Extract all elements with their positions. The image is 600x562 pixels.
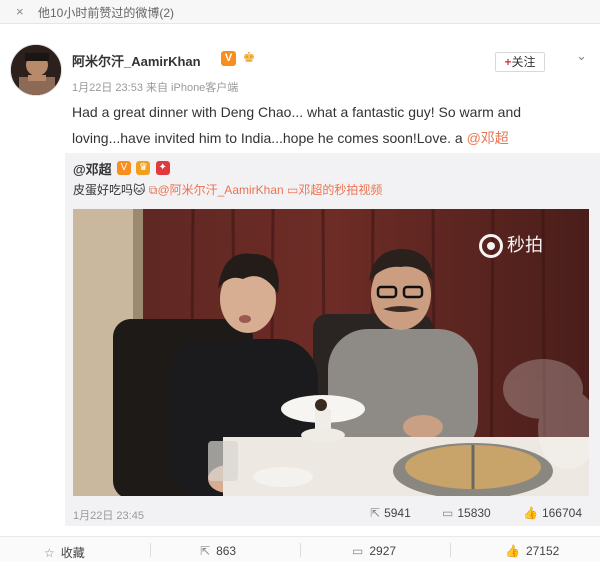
cat-emoji: 🐱 [133, 183, 146, 197]
author-name[interactable]: 阿米尔汗_AamirKhan [72, 51, 201, 70]
notice-text[interactable]: 他10小时前赞过的微博(2) [38, 4, 174, 21]
repost-icon: ⇱ [200, 544, 211, 558]
post-meta: 1月22日 23:53 来自 iPhone客户端 [72, 82, 239, 94]
repost-badges: V ♛ ✦ [117, 159, 172, 175]
chevron-down-icon[interactable]: ⌄ [576, 48, 587, 64]
comment-button[interactable]: ▭ 2927 [352, 544, 396, 558]
mention-link[interactable]: @邓超 [467, 130, 509, 146]
video-icon: ▭ [287, 183, 299, 197]
repost-date: 1月22日 23:45 [73, 510, 144, 522]
camera-icon [479, 234, 503, 259]
action-bar: ☆ 收藏 ⇱ 863 ▭ 2927 👍 27152 [0, 536, 600, 562]
follow-button[interactable]: +关注 [495, 52, 545, 72]
plus-icon: + [504, 55, 512, 69]
video-player[interactable]: 秒拍 [73, 209, 589, 496]
repost-mention[interactable]: ⧉@阿米尔汗_AamirKhan [146, 183, 284, 197]
miaopai-watermark: 秒拍 [479, 231, 543, 259]
divider [450, 543, 451, 557]
comment-icon: ▭ [352, 544, 364, 558]
verified-badge[interactable]: V [221, 51, 236, 66]
like-button[interactable]: 👍 27152 [505, 544, 559, 558]
video-link[interactable]: ▭邓超的秒拍视频 [284, 183, 382, 197]
repost-count[interactable]: ⇱ 5941 [370, 506, 411, 520]
repost-author[interactable]: @邓超 [73, 159, 112, 178]
repost-box: @邓超 V ♛ ✦ 皮蛋好吃吗🐱 ⧉@阿米尔汗_AamirKhan ▭邓超的秒拍… [65, 153, 600, 526]
vip-icon: ♛ [136, 161, 151, 175]
like-icon: 👍 [523, 506, 538, 520]
comment-count[interactable]: ▭ 15830 [442, 506, 491, 520]
verified-icon: V [117, 161, 131, 175]
divider [150, 543, 151, 557]
repost-text-line: 皮蛋好吃吗🐱 ⧉@阿米尔汗_AamirKhan ▭邓超的秒拍视频 [73, 181, 382, 198]
repost-text: 皮蛋好吃吗 [73, 183, 134, 197]
post-body: Had a great dinner with Deng Chao... wha… [72, 104, 522, 146]
star-icon: ☆ [44, 546, 55, 560]
follow-label: 关注 [511, 55, 536, 69]
repost-button[interactable]: ⇱ 863 [200, 544, 236, 558]
notice-bar: × 他10小时前赞过的微博(2) [0, 0, 600, 24]
comment-icon: ▭ [442, 506, 454, 520]
divider [300, 543, 301, 557]
favorite-button[interactable]: ☆ 收藏 [44, 544, 85, 561]
repost-icon: ⇱ [370, 506, 381, 520]
close-icon[interactable]: × [16, 4, 24, 19]
member-icon: ✦ [155, 161, 170, 175]
like-count[interactable]: 👍 166704 [523, 506, 582, 520]
avatar[interactable] [10, 44, 62, 96]
post-text: Had a great dinner with Deng Chao... wha… [72, 99, 572, 151]
vip-crown-icon[interactable]: ♚ [241, 49, 257, 67]
like-icon: 👍 [505, 544, 520, 558]
